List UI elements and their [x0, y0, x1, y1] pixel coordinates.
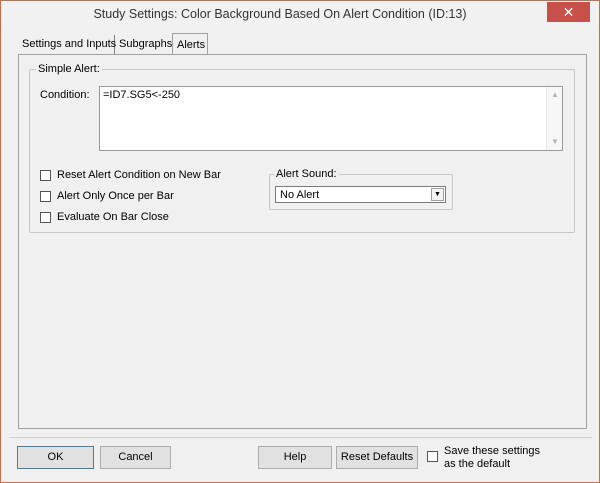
- button-bar: OK Cancel Help Reset Defaults Save these…: [9, 437, 592, 477]
- alert-sound-label: Alert Sound:: [274, 168, 339, 180]
- ok-button[interactable]: OK: [17, 446, 94, 469]
- alerts-tab-panel: Simple Alert: Condition: =ID7.SG5<-250 ▲…: [18, 54, 587, 429]
- title-bar: Study Settings: Color Background Based O…: [1, 1, 599, 31]
- scroll-down-icon[interactable]: ▼: [547, 134, 563, 150]
- alert-once-checkbox-row[interactable]: Alert Only Once per Bar: [40, 190, 240, 204]
- reset-alert-checkbox[interactable]: [40, 170, 51, 181]
- save-default-checkbox[interactable]: [427, 451, 438, 462]
- condition-input[interactable]: =ID7.SG5<-250 ▲ ▼: [99, 86, 563, 151]
- evaluate-bar-close-label: Evaluate On Bar Close: [57, 211, 169, 223]
- tab-settings-and-inputs[interactable]: Settings and Inputs: [18, 35, 116, 55]
- condition-label: Condition:: [40, 89, 90, 101]
- reset-defaults-button[interactable]: Reset Defaults: [336, 446, 418, 469]
- study-settings-dialog: Study Settings: Color Background Based O…: [0, 0, 600, 483]
- save-default-checkbox-row[interactable]: Save these settings as the default: [427, 445, 587, 473]
- evaluate-bar-close-checkbox-row[interactable]: Evaluate On Bar Close: [40, 211, 240, 225]
- close-button[interactable]: ✕: [547, 2, 590, 22]
- tab-subgraphs[interactable]: Subgraphs: [115, 35, 173, 55]
- scroll-up-icon[interactable]: ▲: [547, 87, 563, 103]
- simple-alert-label: Simple Alert:: [36, 63, 102, 75]
- condition-value: =ID7.SG5<-250: [103, 89, 181, 101]
- reset-alert-checkbox-row[interactable]: Reset Alert Condition on New Bar: [40, 169, 240, 183]
- save-default-label: Save these settings as the default: [444, 445, 540, 471]
- alert-sound-select[interactable]: No Alert ▼: [275, 186, 446, 203]
- help-button[interactable]: Help: [258, 446, 332, 469]
- save-default-label-line1: Save these settings: [444, 445, 541, 457]
- evaluate-bar-close-checkbox[interactable]: [40, 212, 51, 223]
- close-icon: ✕: [562, 4, 575, 20]
- window-title: Study Settings: Color Background Based O…: [93, 7, 467, 21]
- save-default-label-line2: as the default: [444, 458, 511, 470]
- cancel-button[interactable]: Cancel: [100, 446, 171, 469]
- alert-sound-group: Alert Sound: No Alert ▼: [269, 168, 453, 210]
- alert-once-label: Alert Only Once per Bar: [57, 190, 174, 202]
- condition-scrollbar[interactable]: ▲ ▼: [546, 87, 562, 150]
- tab-alerts[interactable]: Alerts: [172, 33, 208, 55]
- reset-alert-label: Reset Alert Condition on New Bar: [57, 169, 221, 181]
- chevron-down-icon[interactable]: ▼: [431, 188, 444, 201]
- alert-sound-value: No Alert: [280, 189, 320, 201]
- simple-alert-group: Simple Alert: Condition: =ID7.SG5<-250 ▲…: [29, 63, 575, 233]
- alert-once-checkbox[interactable]: [40, 191, 51, 202]
